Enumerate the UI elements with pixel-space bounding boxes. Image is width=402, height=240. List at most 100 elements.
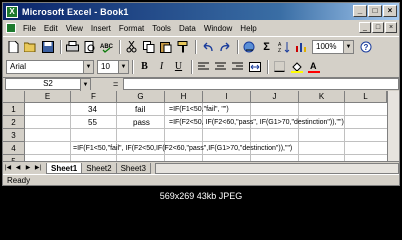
new-icon[interactable] — [6, 39, 21, 54]
formula-bar: S2 ▼ = — [3, 77, 399, 91]
workbook-close-button[interactable]: × — [385, 22, 397, 33]
workbook-icon[interactable] — [6, 23, 16, 33]
svg-text:A: A — [310, 61, 317, 71]
svg-text:Z: Z — [278, 48, 281, 53]
gridline — [70, 103, 71, 161]
menu-bar: File Edit View Insert Format Tools Data … — [3, 21, 399, 35]
select-all-corner[interactable] — [3, 91, 25, 103]
align-right-icon[interactable] — [230, 59, 245, 74]
align-center-icon[interactable] — [213, 59, 228, 74]
workbook-minimize-button[interactable]: _ — [359, 22, 371, 33]
status-text: Ready — [7, 176, 31, 185]
cell-g2[interactable]: pass — [133, 116, 150, 129]
minimize-button[interactable]: _ — [353, 5, 367, 17]
chart-wizard-icon[interactable] — [293, 39, 308, 54]
italic-icon[interactable]: I — [154, 59, 169, 74]
cell-h2[interactable]: =IF(F2<50, IF(F2<60,"pass", IF(G1>70,"de… — [169, 116, 344, 129]
menu-data[interactable]: Data — [175, 24, 200, 33]
name-box[interactable]: S2 ▼ — [5, 78, 91, 91]
menu-edit[interactable]: Edit — [40, 24, 62, 33]
column-header-l[interactable]: L — [345, 91, 387, 103]
column-header-h[interactable]: H — [165, 91, 203, 103]
menu-help[interactable]: Help — [236, 24, 260, 33]
name-box-arrow-icon[interactable]: ▼ — [80, 79, 90, 91]
formula-input[interactable] — [123, 78, 399, 90]
column-header-i[interactable]: I — [203, 91, 251, 103]
cell-e4[interactable]: =IF(F1<50,"fail", IF(F2<50,IF(F2<60,"pas… — [73, 142, 292, 155]
print-icon[interactable] — [65, 39, 80, 54]
vertical-scrollbar[interactable] — [387, 91, 399, 161]
column-header-g[interactable]: G — [117, 91, 165, 103]
underline-icon[interactable]: U — [171, 59, 186, 74]
zoom-dropdown[interactable]: 100% ▼ — [312, 39, 354, 54]
undo-icon[interactable] — [200, 39, 215, 54]
font-size-dropdown[interactable]: 10 ▼ — [97, 59, 129, 74]
worksheet-grid[interactable]: E F G H I J K L 1 2 3 4 5 34 fail =IF(F1… — [3, 91, 399, 161]
align-left-icon[interactable] — [196, 59, 211, 74]
sheet-tab-sheet2[interactable]: Sheet2 — [81, 162, 117, 174]
cell-f2[interactable]: 55 — [88, 116, 97, 129]
column-header-f[interactable]: F — [71, 91, 117, 103]
excel-app-icon[interactable]: X — [6, 5, 18, 18]
cell-h1[interactable]: =IF(F1<50,"fail", "") — [169, 103, 229, 116]
zoom-dropdown-arrow-icon[interactable]: ▼ — [343, 40, 353, 53]
sheet-tab-sheet3[interactable]: Sheet3 — [115, 162, 151, 174]
maximize-button[interactable]: □ — [368, 5, 382, 17]
prev-sheet-icon[interactable]: ◀ — [13, 163, 23, 173]
font-name-dropdown[interactable]: Arial ▼ — [6, 59, 94, 74]
workbook-restore-button[interactable]: □ — [372, 22, 384, 33]
sheet-tab-sheet1[interactable]: Sheet1 — [46, 162, 83, 174]
first-sheet-icon[interactable]: |◀ — [3, 163, 13, 173]
help-icon[interactable]: ? — [358, 39, 373, 54]
toolbar-separator — [195, 39, 197, 54]
image-caption: 569x269 43kb JPEG — [0, 187, 402, 206]
window-controls: _ □ × — [353, 5, 397, 17]
close-button[interactable]: × — [383, 5, 397, 17]
size-dropdown-arrow-icon[interactable]: ▼ — [118, 60, 128, 73]
cell-g1[interactable]: fail — [135, 103, 145, 116]
column-header-k[interactable]: K — [299, 91, 345, 103]
menu-file[interactable]: File — [19, 24, 40, 33]
borders-icon[interactable] — [272, 59, 287, 74]
redo-icon[interactable] — [217, 39, 232, 54]
column-header-e[interactable]: E — [25, 91, 71, 103]
window-title: Microsoft Excel - Book1 — [22, 6, 129, 17]
row-header-3[interactable]: 3 — [3, 129, 25, 142]
title-bar[interactable]: X Microsoft Excel - Book1 _ □ × — [3, 3, 399, 20]
last-sheet-icon[interactable]: ▶| — [33, 163, 43, 173]
open-icon[interactable] — [23, 39, 38, 54]
menu-window[interactable]: Window — [200, 24, 236, 33]
hyperlink-icon[interactable] — [242, 39, 257, 54]
toolbar-separator — [237, 39, 239, 54]
standard-toolbar: ABC Σ AZ 100% ▼ ? — [3, 36, 399, 56]
fill-color-icon[interactable] — [289, 59, 304, 74]
row-header-2[interactable]: 2 — [3, 116, 25, 129]
paste-icon[interactable] — [158, 39, 173, 54]
font-name-value: Arial — [10, 61, 27, 71]
merge-center-icon[interactable] — [247, 59, 262, 74]
formula-equals-icon[interactable]: = — [113, 79, 118, 89]
font-color-icon[interactable]: A — [306, 59, 321, 74]
print-preview-icon[interactable] — [82, 39, 97, 54]
format-painter-icon[interactable] — [175, 39, 190, 54]
spelling-icon[interactable]: ABC — [99, 39, 114, 54]
menu-view[interactable]: View — [62, 24, 87, 33]
menu-insert[interactable]: Insert — [87, 24, 115, 33]
svg-text:?: ? — [363, 43, 368, 52]
bold-icon[interactable]: B — [137, 59, 152, 74]
save-icon[interactable] — [40, 39, 55, 54]
sort-ascending-icon[interactable]: AZ — [276, 39, 291, 54]
row-header-4[interactable]: 4 — [3, 142, 25, 155]
column-header-j[interactable]: J — [251, 91, 299, 103]
cell-f1[interactable]: 34 — [88, 103, 97, 116]
autosum-icon[interactable]: Σ — [259, 39, 274, 54]
font-dropdown-arrow-icon[interactable]: ▼ — [83, 60, 93, 73]
row-header-1[interactable]: 1 — [3, 103, 25, 116]
workbook-controls: _ □ × — [359, 22, 397, 33]
cut-icon[interactable] — [124, 39, 139, 54]
horizontal-scrollbar[interactable] — [154, 162, 399, 174]
menu-format[interactable]: Format — [115, 24, 148, 33]
menu-tools[interactable]: Tools — [148, 24, 175, 33]
copy-icon[interactable] — [141, 39, 156, 54]
next-sheet-icon[interactable]: ▶ — [23, 163, 33, 173]
